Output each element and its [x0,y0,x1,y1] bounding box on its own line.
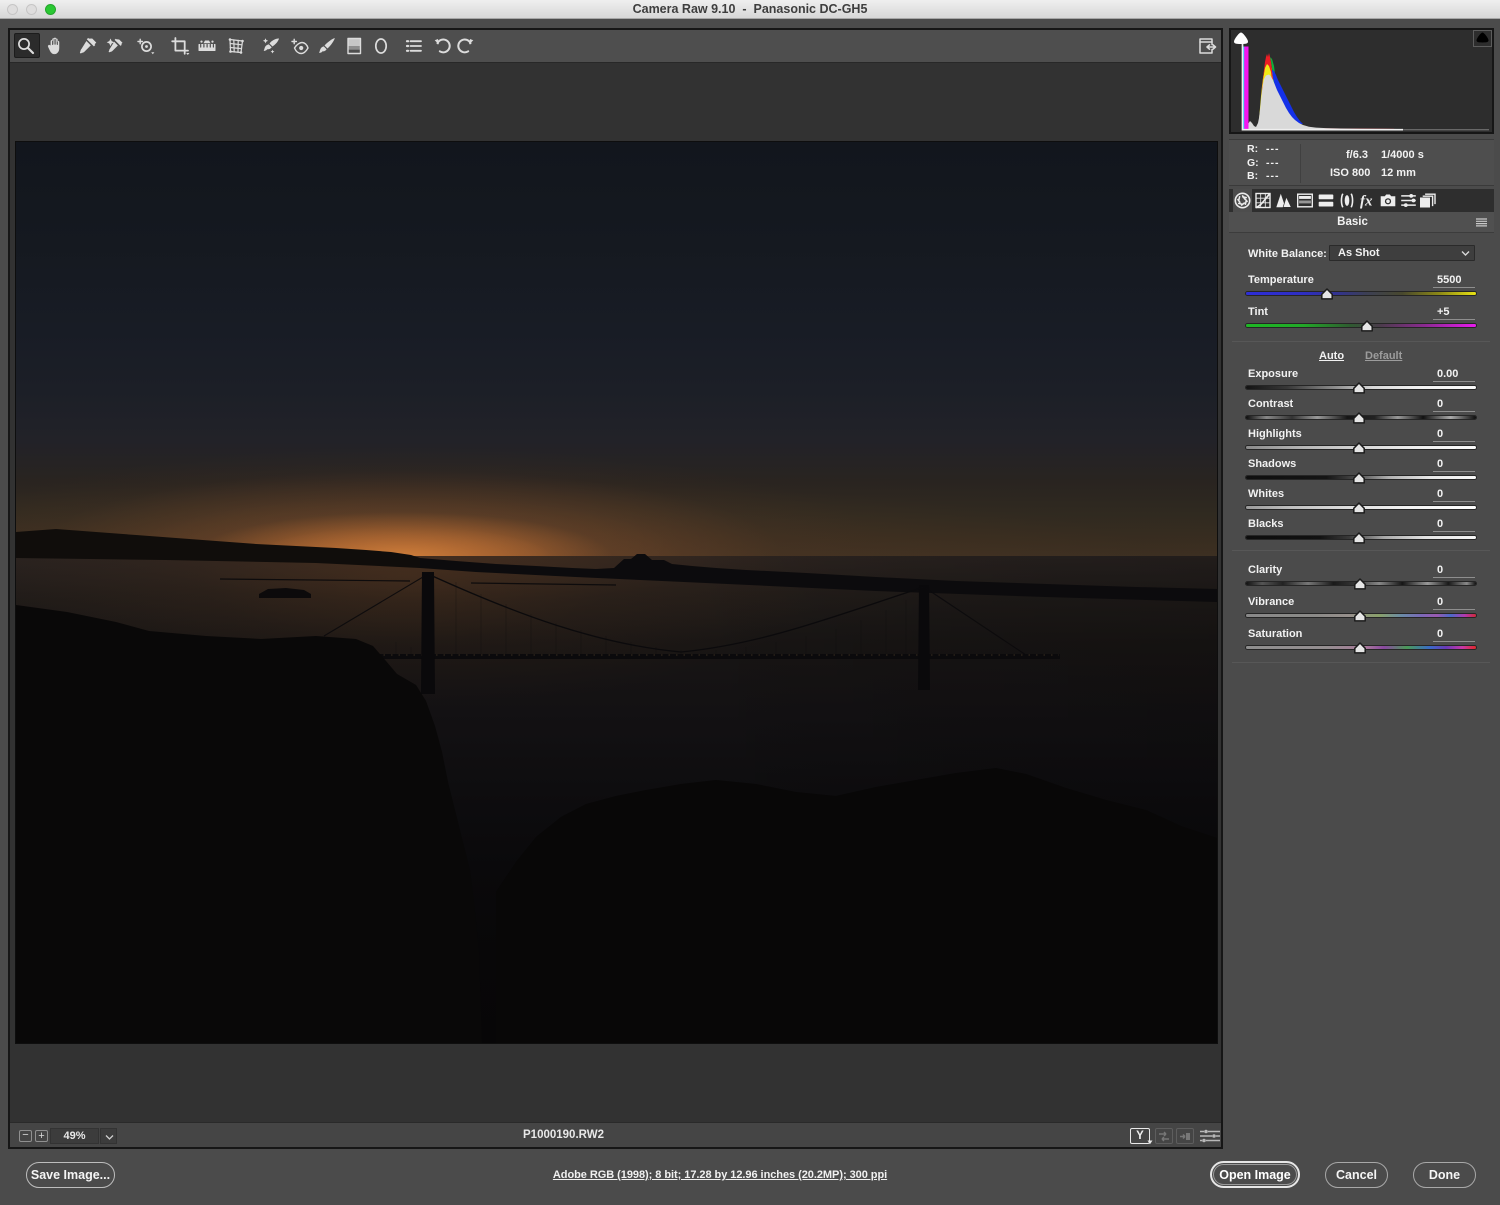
svg-text:fx: fx [1360,194,1373,210]
